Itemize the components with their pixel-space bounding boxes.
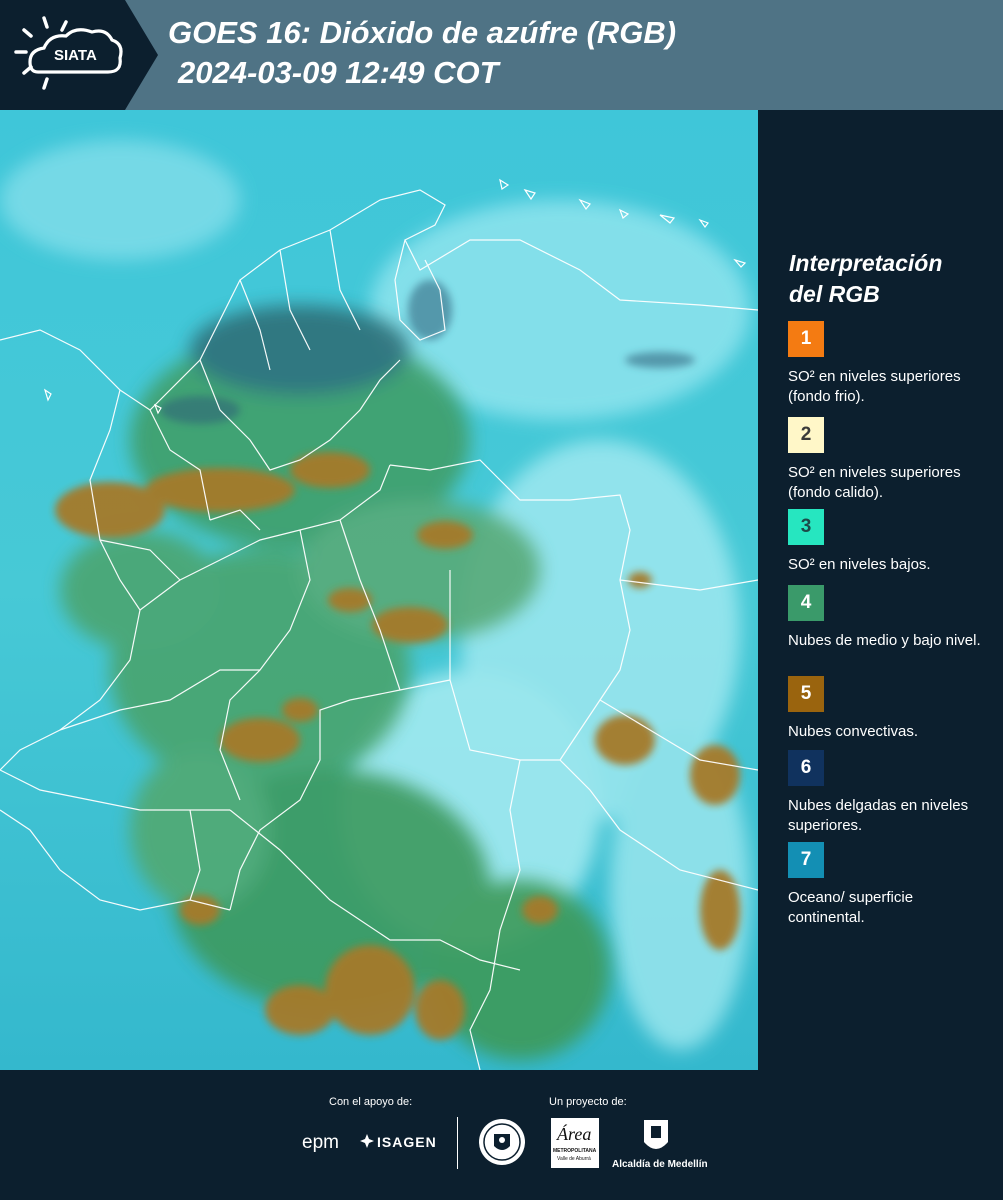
area-logo-text: Área [557, 1124, 592, 1144]
legend-text-5: Nubes convectivas. [788, 723, 919, 740]
footer: Con el apoyo de: Un proyecto de: epm ISA… [0, 1070, 1003, 1200]
legend-item-2: 2 SO² en niveles superiores (fondo calid… [788, 417, 988, 503]
legend-item-1: 1 SO² en niveles superiores (fondo frio)… [788, 321, 988, 407]
alcaldia-shield-icon [642, 1118, 670, 1156]
header: SIATA GOES 16: Dióxido de azúfre (RGB) 2… [0, 0, 1003, 110]
alcaldia-logo-text: Alcaldía de Medellín [612, 1159, 708, 1170]
area-metropolitana-logo: Área METROPOLITANA Valle de Aburrá [551, 1118, 599, 1168]
medellin-seal-icon [478, 1118, 526, 1166]
isagen-logo: ISAGEN [377, 1134, 437, 1150]
area-logo-line1: METROPOLITANA [553, 1148, 597, 1154]
legend-swatch-6: 6 [788, 750, 824, 786]
legend-swatch-4: 4 [788, 585, 824, 621]
legend-text-7: Oceano/ superficie continental. [788, 889, 914, 926]
legend-item-4: 4 Nubes de medio y bajo nivel. [788, 585, 988, 651]
legend-swatch-3: 3 [788, 509, 824, 545]
legend-panel: Interpretación del RGB 1 SO² en niveles … [758, 110, 1003, 1070]
siata-logo-text: SIATA [54, 47, 97, 64]
legend-text-3: SO² en niveles bajos. [788, 556, 931, 573]
legend-title-line1: Interpretación [789, 250, 943, 276]
legend-text-1: SO² en niveles superiores (fondo frio). [788, 368, 961, 405]
legend-swatch-2: 2 [788, 417, 824, 453]
page-title: GOES 16: Dióxido de azúfre (RGB) [168, 15, 677, 50]
legend-text-6: Nubes delgadas en niveles superiores. [788, 797, 969, 834]
satellite-map [0, 110, 758, 1070]
isagen-star-icon [360, 1134, 374, 1148]
legend-swatch-5: 5 [788, 676, 824, 712]
legend-text-4: Nubes de medio y bajo nivel. [788, 632, 981, 649]
legend-title: Interpretación del RGB [789, 248, 989, 310]
area-logo-line2: Valle de Aburrá [557, 1156, 591, 1162]
legend-item-5: 5 Nubes convectivas. [788, 676, 988, 742]
siata-logo: SIATA [0, 0, 158, 110]
legend-swatch-1: 1 [788, 321, 824, 357]
legend-item-6: 6 Nubes delgadas en niveles superiores. [788, 750, 988, 836]
epm-logo: epm [302, 1132, 339, 1153]
timestamp: 2024-03-09 12:49 COT [178, 55, 499, 90]
footer-divider [457, 1117, 458, 1169]
legend-item-7: 7 Oceano/ superficie continental. [788, 842, 988, 928]
project-label: Un proyecto de: [549, 1096, 627, 1108]
legend-swatch-7: 7 [788, 842, 824, 878]
legend-text-2: SO² en niveles superiores (fondo calido)… [788, 464, 961, 501]
legend-title-line2: del RGB [789, 281, 880, 307]
support-label: Con el apoyo de: [329, 1096, 413, 1108]
legend-item-3: 3 SO² en niveles bajos. [788, 509, 988, 575]
